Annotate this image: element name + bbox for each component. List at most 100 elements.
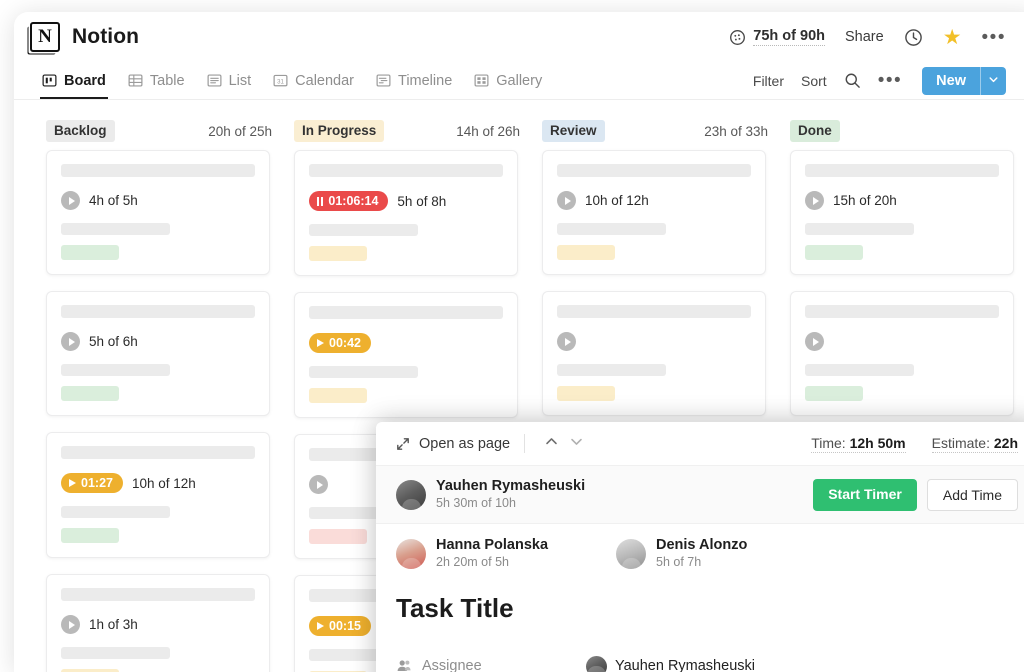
task-card[interactable]: 5h of 6h <box>46 291 270 416</box>
view-tabbar: Board Table List 31 Calendar <box>14 62 1024 100</box>
pause-icon <box>317 197 323 206</box>
tab-label: Board <box>64 62 106 100</box>
play-icon <box>69 479 76 487</box>
chevron-down-icon <box>988 72 999 90</box>
play-icon[interactable] <box>309 475 328 494</box>
property-value[interactable]: Yauhen Rymasheuski <box>586 656 755 672</box>
sort-button[interactable]: Sort <box>801 73 827 89</box>
play-icon[interactable] <box>557 191 576 210</box>
board-column-headers: Backlog 20h of 25h In Progress 14h of 26… <box>14 116 1024 146</box>
tab-timeline[interactable]: Timeline <box>376 62 452 99</box>
view-more-icon[interactable]: ••• <box>878 71 902 90</box>
card-sub-placeholder <box>805 223 914 235</box>
tab-gallery[interactable]: Gallery <box>474 62 542 99</box>
page-title[interactable]: Task Title <box>396 593 1018 624</box>
column-name[interactable]: Review <box>542 120 605 142</box>
play-icon[interactable] <box>61 191 80 210</box>
next-item-button[interactable] <box>564 432 589 456</box>
person[interactable]: Denis Alonzo 5h of 7h <box>616 536 747 571</box>
card-time-row: 01:27 10h of 12h <box>61 473 255 493</box>
card-sub-placeholder <box>309 224 418 236</box>
property-label-text: Assignee <box>422 658 482 672</box>
task-card[interactable]: 10h of 12h <box>542 150 766 275</box>
view-tabs: Board Table List 31 Calendar <box>42 62 542 99</box>
timer-pill-paused[interactable]: 00:15 <box>309 616 371 636</box>
previous-item-button[interactable] <box>539 432 564 456</box>
person-time: 2h 20m of 5h <box>436 554 548 571</box>
column-name[interactable]: In Progress <box>294 120 384 142</box>
card-time-row <box>805 332 999 351</box>
time-stat[interactable]: Time: 12h 50m <box>811 435 905 453</box>
tab-label: Table <box>150 62 185 100</box>
card-sub-placeholder <box>61 364 170 376</box>
tab-calendar[interactable]: 31 Calendar <box>273 62 354 99</box>
play-icon[interactable] <box>805 332 824 351</box>
card-time-row: 4h of 5h <box>61 191 255 210</box>
card-time: 10h of 12h <box>132 476 196 491</box>
new-button[interactable]: New <box>922 67 980 95</box>
tab-list[interactable]: List <box>207 62 252 99</box>
play-icon[interactable] <box>61 332 80 351</box>
card-title-placeholder <box>557 164 751 177</box>
share-button[interactable]: Share <box>845 29 884 45</box>
tab-label: List <box>229 62 252 100</box>
column-hours: 20h of 25h <box>208 124 294 139</box>
tab-label: Gallery <box>496 62 542 100</box>
primary-assignee-row: Yauhen Rymasheuski 5h 30m of 10h Start T… <box>376 466 1024 524</box>
avatar <box>586 656 607 672</box>
brand: N Notion <box>30 22 139 52</box>
board-view: Backlog 20h of 25h In Progress 14h of 26… <box>14 100 1024 672</box>
task-card[interactable]: 4h of 5h <box>46 150 270 275</box>
tab-table[interactable]: Table <box>128 62 185 99</box>
new-button-group[interactable]: New <box>922 67 1006 95</box>
play-icon[interactable] <box>61 615 80 634</box>
start-timer-button[interactable]: Start Timer <box>813 479 917 511</box>
column-name[interactable]: Done <box>790 120 840 142</box>
card-time-row: 00:42 <box>309 333 503 353</box>
task-card[interactable]: 01:27 10h of 12h <box>46 432 270 558</box>
app-window: N Notion 75h of 90h Share ★ ••• <box>14 12 1024 672</box>
play-icon[interactable] <box>557 332 576 351</box>
star-icon[interactable]: ★ <box>943 27 962 48</box>
task-card[interactable] <box>790 291 1014 416</box>
column-hours: 23h of 33h <box>704 124 790 139</box>
open-as-page-button[interactable]: Open as page <box>396 436 510 452</box>
hours-summary[interactable]: 75h of 90h <box>729 28 825 46</box>
person-icon <box>396 658 412 672</box>
gallery-icon <box>474 73 489 88</box>
card-title-placeholder <box>557 305 751 318</box>
timer-pill-paused[interactable]: 01:27 <box>61 473 123 493</box>
task-card[interactable]: 00:42 <box>294 292 518 418</box>
new-dropdown-button[interactable] <box>980 67 1006 95</box>
estimate-stat[interactable]: Estimate: 22h <box>932 435 1018 453</box>
task-card[interactable]: 01:06:14 5h of 8h <box>294 150 518 276</box>
task-card[interactable] <box>542 291 766 416</box>
task-card[interactable]: 1h of 3h <box>46 574 270 672</box>
avatar <box>616 539 646 569</box>
brand-name: Notion <box>72 25 139 49</box>
timer-pill-paused[interactable]: 00:42 <box>309 333 371 353</box>
filter-button[interactable]: Filter <box>753 73 784 89</box>
column-name[interactable]: Backlog <box>46 120 115 142</box>
card-time: 5h of 8h <box>397 194 446 209</box>
more-icon[interactable]: ••• <box>982 28 1006 47</box>
card-title-placeholder <box>61 305 255 318</box>
timer-pill-running[interactable]: 01:06:14 <box>309 191 388 211</box>
person[interactable]: Hanna Polanska 2h 20m of 5h <box>396 536 548 571</box>
card-title-placeholder <box>309 164 503 177</box>
task-detail-modal: Open as page Time: 12h 50m <box>376 422 1024 672</box>
person[interactable]: Yauhen Rymasheuski 5h 30m of 10h <box>396 477 585 512</box>
play-icon[interactable] <box>805 191 824 210</box>
tab-board[interactable]: Board <box>42 62 106 99</box>
card-time: 5h of 6h <box>89 334 138 349</box>
task-card[interactable]: 15h of 20h <box>790 150 1014 275</box>
clock-icon[interactable] <box>904 28 923 47</box>
estimate-label: Estimate: <box>932 435 990 451</box>
add-time-button[interactable]: Add Time <box>927 479 1018 511</box>
card-sub-placeholder <box>61 647 170 659</box>
chevron-down-icon <box>569 434 584 454</box>
table-icon <box>128 73 143 88</box>
column-header-review: Review 23h of 33h <box>542 116 790 146</box>
search-icon[interactable] <box>844 72 861 89</box>
tab-label: Calendar <box>295 62 354 100</box>
